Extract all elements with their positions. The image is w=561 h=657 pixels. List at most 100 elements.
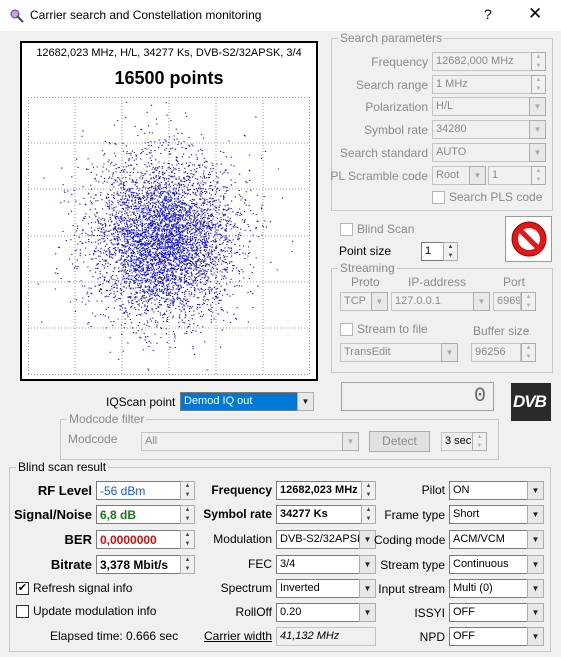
pl-scramble-mode-select[interactable]: Root xyxy=(432,166,471,185)
input-stream-select[interactable]: Multi (0) xyxy=(449,579,528,598)
stream-app-dropdown-icon[interactable]: ▼ xyxy=(441,343,458,362)
frequency-spinner[interactable]: ▲ ▼ xyxy=(531,52,546,71)
point-size-spinner[interactable]: ▲ ▼ xyxy=(443,242,458,261)
carrier-width-label[interactable]: Carrier width xyxy=(196,629,272,643)
ber-spinner[interactable]: ▲ ▼ xyxy=(180,530,195,549)
bitrate-label: Bitrate xyxy=(50,557,92,572)
stop-icon xyxy=(511,221,547,257)
point-size-label: Point size xyxy=(339,244,392,258)
streaming-legend: Streaming xyxy=(340,261,395,275)
proto-dropdown-icon[interactable]: ▼ xyxy=(371,292,388,311)
frame-type-dropdown-icon[interactable]: ▼ xyxy=(527,505,544,524)
stream-type-select[interactable]: Continuous xyxy=(449,555,528,574)
spectrum-label: Spectrum xyxy=(220,581,272,595)
pl-scramble-code-input[interactable]: 1 xyxy=(488,166,532,185)
ip-address-dropdown-icon[interactable]: ▼ xyxy=(473,292,490,311)
modcode-seconds-spinner[interactable]: ▲ ▼ xyxy=(472,432,487,451)
polarization-select[interactable]: H/L xyxy=(432,97,530,116)
polarization-label: Polarization xyxy=(365,100,428,114)
issyi-dropdown-icon[interactable]: ▼ xyxy=(527,603,544,622)
carrier-width-value: 41,132 MHz xyxy=(276,627,376,646)
npd-dropdown-icon[interactable]: ▼ xyxy=(527,627,544,646)
iqscan-dropdown-icon[interactable]: ▼ xyxy=(297,392,314,411)
result-symbol-rate-spinner[interactable]: ▲ ▼ xyxy=(361,505,376,524)
proto-select[interactable]: TCP xyxy=(340,292,372,311)
search-pls-checkbox[interactable] xyxy=(432,191,445,204)
close-button[interactable]: ✕ xyxy=(528,4,542,24)
modcode-dropdown-icon[interactable]: ▼ xyxy=(342,432,359,451)
refresh-signal-info-label: Refresh signal info xyxy=(33,581,133,595)
ip-address-label: IP-address xyxy=(408,275,467,289)
constellation-canvas xyxy=(28,97,310,375)
pl-scramble-spinner[interactable]: ▲ ▼ xyxy=(531,166,546,185)
search-standard-select[interactable]: AUTO xyxy=(432,143,530,162)
pilot-label: Pilot xyxy=(421,483,445,497)
symbol-rate-select[interactable]: 34280 xyxy=(432,120,530,139)
fec-label: FEC xyxy=(248,557,272,571)
pilot-select[interactable]: ON xyxy=(449,481,528,500)
counter-display: 0 xyxy=(341,382,494,411)
stream-type-dropdown-icon[interactable]: ▼ xyxy=(527,555,544,574)
pl-scramble-mode-dropdown-icon[interactable]: ▼ xyxy=(469,166,486,185)
stream-to-file-label: Stream to file xyxy=(357,322,428,336)
blind-scan-checkbox[interactable] xyxy=(340,223,353,236)
rf-level-spinner[interactable]: ▲ ▼ xyxy=(180,481,195,500)
stream-type-label: Stream type xyxy=(380,558,445,572)
polarization-dropdown-icon[interactable]: ▼ xyxy=(529,97,546,116)
symbol-rate-dropdown-icon[interactable]: ▼ xyxy=(529,120,546,139)
ip-address-select[interactable]: 127.0.0.1 xyxy=(391,292,474,311)
frame-type-select[interactable]: Short xyxy=(449,505,528,524)
modulation-label: Modulation xyxy=(213,532,272,546)
rf-level-label: RF Level xyxy=(37,483,92,498)
stop-button[interactable] xyxy=(505,216,552,262)
rolloff-dropdown-icon[interactable]: ▼ xyxy=(359,603,376,622)
point-size-input[interactable]: 1 xyxy=(421,242,444,261)
fec-select[interactable]: 3/4 xyxy=(276,555,360,574)
modcode-label: Modcode xyxy=(68,432,118,446)
input-stream-dropdown-icon[interactable]: ▼ xyxy=(527,579,544,598)
search-standard-dropdown-icon[interactable]: ▼ xyxy=(529,143,546,162)
bitrate-spinner[interactable]: ▲ ▼ xyxy=(180,555,195,574)
npd-select[interactable]: OFF xyxy=(449,627,528,646)
modcode-select[interactable]: All xyxy=(141,432,343,451)
signal-noise-value: 6,8 dB xyxy=(96,505,181,524)
search-pls-label: Search PLS code xyxy=(449,190,543,204)
coding-mode-select[interactable]: ACM/VCM xyxy=(449,530,528,549)
update-modulation-info-checkbox[interactable] xyxy=(16,605,29,618)
stream-to-file-checkbox[interactable] xyxy=(340,323,353,336)
result-symbol-rate-value: 34277 Ks xyxy=(276,505,362,524)
search-range-spinner[interactable]: ▲ ▼ xyxy=(531,75,546,94)
result-frequency-spinner[interactable]: ▲ ▼ xyxy=(361,481,376,500)
issyi-select[interactable]: OFF xyxy=(449,603,528,622)
modcode-filter-legend: Modcode filter xyxy=(69,412,145,426)
symbol-rate-label: Symbol rate xyxy=(363,123,428,137)
window-title: Carrier search and Constellation monitor… xyxy=(30,8,262,22)
detect-button[interactable]: Detect xyxy=(369,431,430,452)
title-bar: Carrier search and Constellation monitor… xyxy=(0,0,561,31)
iqscan-point-select[interactable]: Demod IQ out xyxy=(180,392,298,411)
coding-mode-dropdown-icon[interactable]: ▼ xyxy=(527,530,544,549)
help-button[interactable]: ? xyxy=(484,6,492,22)
stream-app-select[interactable]: TransEdit xyxy=(340,343,442,362)
search-standard-label: Search standard xyxy=(339,146,428,160)
app-icon xyxy=(10,9,24,23)
counter-value: 0 xyxy=(473,385,486,408)
frequency-input[interactable]: 12682,000 MHz xyxy=(432,52,532,71)
iqscan-point-label: IQScan point xyxy=(106,395,176,409)
refresh-signal-info-checkbox[interactable]: ✔ xyxy=(16,582,29,595)
spectrum-select[interactable]: Inverted xyxy=(276,579,360,598)
port-spinner[interactable]: ▲ ▼ xyxy=(521,292,536,311)
signal-noise-label: Signal/Noise xyxy=(13,507,92,522)
port-input[interactable]: 6969 xyxy=(493,292,521,311)
pilot-dropdown-icon[interactable]: ▼ xyxy=(527,481,544,500)
rolloff-select[interactable]: 0.20 xyxy=(276,603,360,622)
search-parameters-legend: Search parameters xyxy=(340,31,443,45)
bitrate-value: 3,378 Mbit/s xyxy=(96,555,181,574)
buffer-size-input[interactable]: 96256 xyxy=(471,343,521,362)
buffer-size-spinner[interactable]: ▲ ▼ xyxy=(521,343,536,362)
frame-type-label: Frame type xyxy=(384,508,445,522)
modulation-select[interactable]: DVB-S2/32APSK xyxy=(276,530,360,549)
search-range-input[interactable]: 1 MHz xyxy=(432,75,532,94)
modcode-seconds-input[interactable]: 3 sec xyxy=(441,432,473,451)
ber-value: 0,0000000 xyxy=(96,530,181,549)
